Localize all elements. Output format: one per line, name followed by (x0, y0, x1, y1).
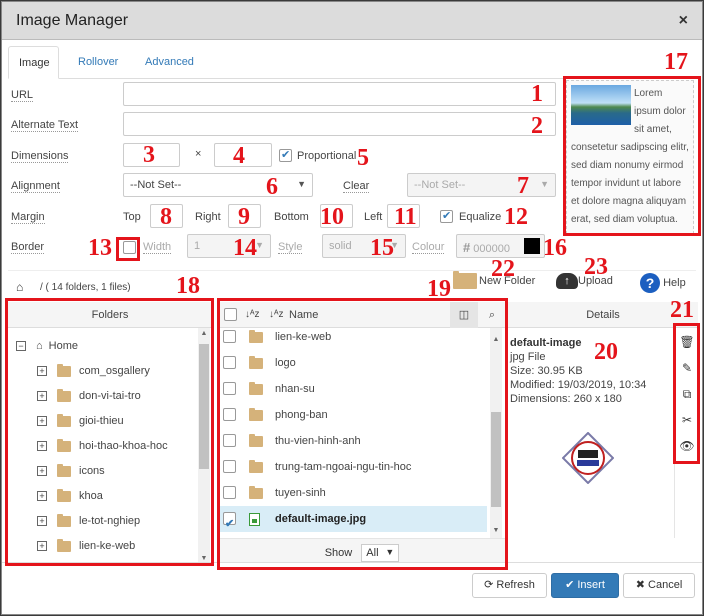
border-colour-label: Colour (412, 241, 445, 254)
dialog-title: Image Manager (16, 12, 129, 29)
annotation-18: 18 (176, 273, 200, 299)
margin-bottom-label: Bottom (274, 211, 309, 223)
annotation-box-13 (116, 237, 140, 261)
annotation-8: 8 (160, 204, 172, 230)
url-label: URL (11, 89, 34, 102)
border-colour-input[interactable]: # 000000 (456, 234, 545, 258)
tab-image[interactable]: Image (8, 46, 59, 79)
tab-advanced[interactable]: Advanced (135, 46, 204, 79)
refresh-label: Refresh (496, 579, 535, 591)
chevron-down-icon: ▼ (540, 179, 549, 189)
annotation-2: 2 (531, 113, 543, 139)
annotation-19: 19 (427, 276, 451, 302)
image-manager-dialog: Image Manager × Image Rollover Advanced … (1, 1, 703, 615)
annotation-22: 22 (491, 256, 515, 282)
help-icon: ? (640, 273, 660, 293)
equalize-checkbox[interactable] (440, 209, 453, 223)
detail-size: Size: 30.95 KB (510, 365, 583, 377)
alignment-value: --Not Set-- (130, 179, 182, 191)
border-width-label: Width (143, 241, 172, 254)
margin-top-label: Top (123, 211, 141, 223)
home-icon[interactable]: ⌂ (16, 280, 23, 294)
margin-label: Margin (11, 211, 45, 224)
annotation-3: 3 (143, 142, 155, 168)
check-icon: ✔ (565, 579, 578, 591)
dimension-separator: × (195, 148, 202, 160)
tab-bar: Image Rollover Advanced (8, 46, 696, 79)
annotation-21: 21 (670, 297, 694, 323)
clear-label: Clear (343, 180, 370, 193)
alt-text-label: Alternate Text (11, 119, 79, 132)
annotation-13: 13 (88, 235, 112, 261)
border-width-select[interactable]: 1 ▼ (187, 234, 271, 258)
title-bar: Image Manager × (2, 2, 702, 40)
border-width-value: 1 (194, 240, 201, 252)
url-input[interactable] (123, 82, 556, 106)
dimensions-label: Dimensions (11, 150, 69, 163)
annotation-23: 23 (584, 254, 608, 280)
hash-icon: # (463, 240, 471, 255)
annotation-20: 20 (594, 339, 618, 365)
colour-swatch[interactable] (524, 238, 540, 254)
annotation-7: 7 (517, 173, 529, 199)
breadcrumb: / ( 14 folders, 1 files) (40, 282, 131, 293)
refresh-icon: ⟳ (484, 579, 497, 591)
folder-icon (453, 271, 477, 289)
annotation-9: 9 (238, 204, 250, 230)
border-colour-value: 000000 (473, 243, 511, 255)
proportional-checkbox[interactable] (279, 148, 292, 162)
detail-name: default-image (510, 337, 582, 349)
clear-value: --Not Set-- (414, 179, 466, 191)
margin-left-label: Left (364, 211, 383, 223)
annotation-15: 15 (370, 235, 394, 261)
alignment-select[interactable]: --Not Set-- ▼ (123, 173, 313, 197)
annotation-14: 14 (233, 235, 257, 261)
chevron-down-icon: ▼ (297, 179, 306, 189)
x-icon: ✖ (635, 579, 649, 591)
refresh-button[interactable]: ⟳ Refresh (472, 573, 547, 598)
annotation-5: 5 (357, 145, 369, 171)
close-icon[interactable]: × (679, 12, 688, 30)
annotation-10: 10 (320, 204, 344, 230)
detail-modified: Modified: 19/03/2019, 10:34 (510, 379, 647, 391)
annotation-12: 12 (504, 204, 528, 230)
annotation-1: 1 (531, 81, 543, 107)
detail-dimensions: Dimensions: 260 x 180 (510, 393, 622, 405)
clear-select[interactable]: --Not Set-- ▼ (407, 173, 556, 197)
insert-label: Insert (577, 579, 605, 591)
tab-rollover[interactable]: Rollover (68, 46, 128, 79)
details-panel: default-image jpg File Size: 30.95 KB Mo… (508, 328, 672, 538)
annotation-6: 6 (266, 174, 278, 200)
border-style-label: Style (278, 241, 303, 254)
annotation-16: 16 (543, 235, 567, 261)
border-style-value: solid (329, 240, 352, 252)
detail-type: jpg File (510, 351, 546, 363)
border-label: Border (11, 241, 45, 254)
annotation-11: 11 (394, 204, 417, 230)
annotation-4: 4 (233, 143, 245, 169)
margin-right-label: Right (195, 211, 221, 223)
cancel-button[interactable]: ✖ Cancel (623, 573, 695, 598)
annotation-box-19 (217, 298, 508, 570)
equalize-label: Equalize (459, 211, 502, 223)
alignment-label: Alignment (11, 180, 60, 193)
annotation-box-17 (563, 76, 701, 236)
help-button[interactable]: ? Help (640, 273, 686, 299)
annotation-box-18 (5, 298, 214, 566)
annotation-17: 17 (664, 49, 688, 75)
alt-text-input[interactable] (123, 112, 556, 136)
insert-button[interactable]: ✔ Insert (551, 573, 619, 598)
cloud-upload-icon: ↑ (556, 273, 578, 289)
cancel-label: Cancel (648, 579, 683, 591)
detail-thumbnail (562, 432, 614, 484)
annotation-box-21 (673, 323, 700, 464)
proportional-label: Proportional (297, 150, 357, 162)
help-label: Help (663, 276, 686, 289)
